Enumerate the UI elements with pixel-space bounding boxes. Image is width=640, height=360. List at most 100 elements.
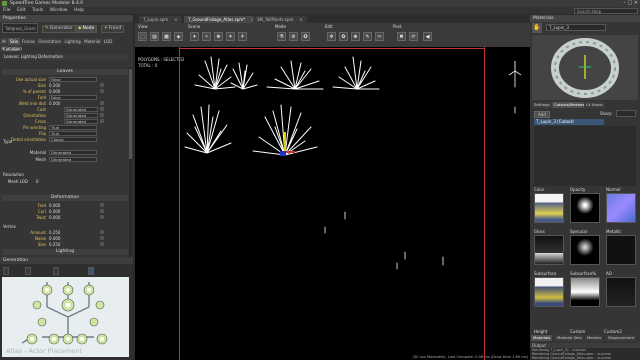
property-dropdown[interactable]: True (49, 131, 97, 136)
curve-icon[interactable] (100, 230, 104, 234)
toolbar-tool-icon[interactable]: ⟳ (409, 32, 418, 41)
tab-lx-areas[interactable]: LX Areas (584, 102, 605, 108)
vertex-prop-value[interactable]: 0.250 (49, 230, 60, 235)
tab-displacement[interactable]: Displacement (606, 335, 637, 341)
toolbar-tool-icon[interactable]: ▩ (162, 32, 171, 41)
curve-icon[interactable] (100, 215, 104, 219)
toolbar-tool-icon[interactable]: ⬚ (138, 32, 147, 41)
curve-icon[interactable] (100, 101, 104, 105)
window-controls[interactable]: – □ ✕ (623, 0, 638, 6)
toolbar-tool-icon[interactable]: ✂ (375, 32, 384, 41)
texture-map-slot[interactable] (606, 235, 636, 265)
gen-add-button[interactable]: + Add (3, 267, 20, 286)
grass-clump[interactable] (230, 62, 258, 90)
material-name-field[interactable]: T_Lupin_3 (546, 24, 606, 31)
toolbar-tool-icon[interactable]: ✪ (301, 32, 310, 41)
graph-node[interactable] (32, 300, 42, 310)
toolbar-tool-icon[interactable]: ◈ (174, 32, 183, 41)
grass-clump[interactable] (194, 56, 236, 90)
tab-material-sets[interactable]: Material Sets (555, 335, 584, 341)
doc-tab-lupin[interactable]: T_Lupin.spm ✕ (139, 16, 182, 23)
toolbar-tool-icon[interactable]: ⚘ (238, 32, 247, 41)
menu-window[interactable]: Window (50, 8, 68, 13)
tab-lod[interactable]: LOD (102, 38, 114, 45)
graph-node[interactable] (89, 317, 99, 327)
curve-icon[interactable] (100, 113, 104, 117)
property-dropdown[interactable]: True (49, 125, 97, 130)
gen-actions-button[interactable]: ⚙ Actions (25, 267, 49, 286)
material-preview[interactable] (532, 35, 638, 100)
tab-orientation[interactable]: Orientation (36, 38, 63, 45)
toolbar-tool-icon[interactable]: ❀ (351, 32, 360, 41)
deform-value[interactable]: 0.000 (49, 215, 60, 220)
mesh-lod-value[interactable]: 0 (36, 179, 39, 184)
vertex-prop-value[interactable]: 0.000 (49, 236, 60, 241)
node-button[interactable]: ◆Node (75, 25, 98, 33)
toolbar-tool-icon[interactable]: ✧ (202, 32, 211, 41)
toolbar-tool-icon[interactable]: ⚗ (277, 32, 286, 41)
toolbar-tool-icon[interactable]: ✿ (339, 32, 348, 41)
3d-viewport[interactable]: POLYGONS : SELECTED TOTAL : 0 (30 cps Mo… (135, 47, 530, 360)
tab-mat-settings[interactable]: Settings (532, 102, 552, 108)
property-dropdown[interactable]: Generated (64, 113, 98, 118)
toolbar-tool-icon[interactable]: ▨ (150, 32, 159, 41)
menu-edit[interactable]: Edit (17, 8, 26, 13)
tab-materials[interactable]: Materials (531, 335, 553, 341)
tab-cutouts-meshes[interactable]: Cutouts/Meshes (552, 102, 587, 108)
cutout-list[interactable] (534, 126, 636, 186)
toolbar-tool-icon[interactable]: ✎ (363, 32, 372, 41)
graph-node[interactable] (37, 317, 47, 327)
material-dropdown[interactable]: Generated (49, 150, 97, 155)
menu-help[interactable]: Help (74, 8, 84, 13)
texture-map-slot[interactable] (570, 193, 600, 223)
close-icon[interactable]: ✕ (299, 17, 302, 22)
doc-tab-groundfoliage[interactable]: T_GroundFoliage_Atlas.spm*✕ (184, 16, 259, 23)
item-name-field[interactable]: Tallgrass_Grass (2, 23, 38, 33)
curve-icon[interactable] (100, 119, 104, 123)
sharp-dropdown[interactable] (616, 110, 636, 117)
toolbar-tool-icon[interactable]: ✶ (226, 32, 235, 41)
close-icon[interactable]: ✕ (174, 17, 177, 22)
texture-map-slot[interactable] (534, 235, 564, 265)
frond-button[interactable]: ✦Frond (101, 25, 125, 33)
properties-scrollbar[interactable] (129, 67, 132, 257)
lighting-section-header[interactable]: Lighting (2, 249, 128, 255)
tab-lighting[interactable]: Lighting (62, 38, 83, 45)
property-dropdown[interactable]: False (49, 95, 97, 100)
texture-map-slot[interactable] (570, 277, 600, 307)
generation-node-graph[interactable]: Atlas - Actor Placement (2, 277, 129, 357)
toolbar-tool-icon[interactable]: ⚙ (289, 32, 298, 41)
leaves-section-header[interactable]: Leaves (2, 69, 128, 75)
doc-tab-tallplants[interactable]: SM_TallPlants.spm ✕ (253, 16, 307, 23)
grass-clump[interactable] (184, 104, 232, 154)
deform-value[interactable]: 0.000 (49, 203, 60, 208)
deform-value[interactable]: 0.000 (49, 209, 60, 214)
curve-icon[interactable] (100, 107, 104, 111)
curve-icon[interactable] (100, 209, 104, 213)
curve-icon[interactable] (100, 203, 104, 207)
curve-icon[interactable] (100, 242, 104, 246)
toolbar-tool-icon[interactable]: ◀ (423, 32, 432, 41)
tab-forces[interactable]: Forces (20, 38, 37, 45)
property-dropdown[interactable]: Generated (64, 107, 98, 112)
curve-icon[interactable] (100, 89, 104, 93)
vertex-prop-value[interactable]: 0.250 (49, 242, 60, 247)
texture-map-slot[interactable] (570, 235, 600, 265)
property-value[interactable]: 0.000 (49, 101, 60, 106)
property-dropdown[interactable]: Classic (49, 137, 97, 142)
menu-tools[interactable]: Tools (32, 8, 43, 13)
property-value[interactable]: 0.200 (49, 83, 60, 88)
tab-skin[interactable]: Skin (8, 38, 20, 45)
property-dropdown[interactable]: False (49, 77, 97, 82)
toolbar-tool-icon[interactable]: ✖ (397, 32, 406, 41)
toolbar-tool-icon[interactable]: ❄ (327, 32, 336, 41)
texture-map-slot[interactable] (534, 193, 564, 223)
grass-clump[interactable] (266, 60, 324, 90)
texture-map-slot[interactable] (534, 277, 564, 307)
property-dropdown[interactable]: Generated (64, 119, 98, 124)
grass-clump[interactable] (332, 56, 380, 90)
property-value[interactable]: 0.000 (49, 89, 60, 94)
toolbar-tool-icon[interactable]: ✦ (190, 32, 199, 41)
cutout-list-item[interactable]: T_Lupin_3 (Cutout) (534, 119, 604, 125)
texture-map-slot[interactable] (606, 193, 636, 223)
